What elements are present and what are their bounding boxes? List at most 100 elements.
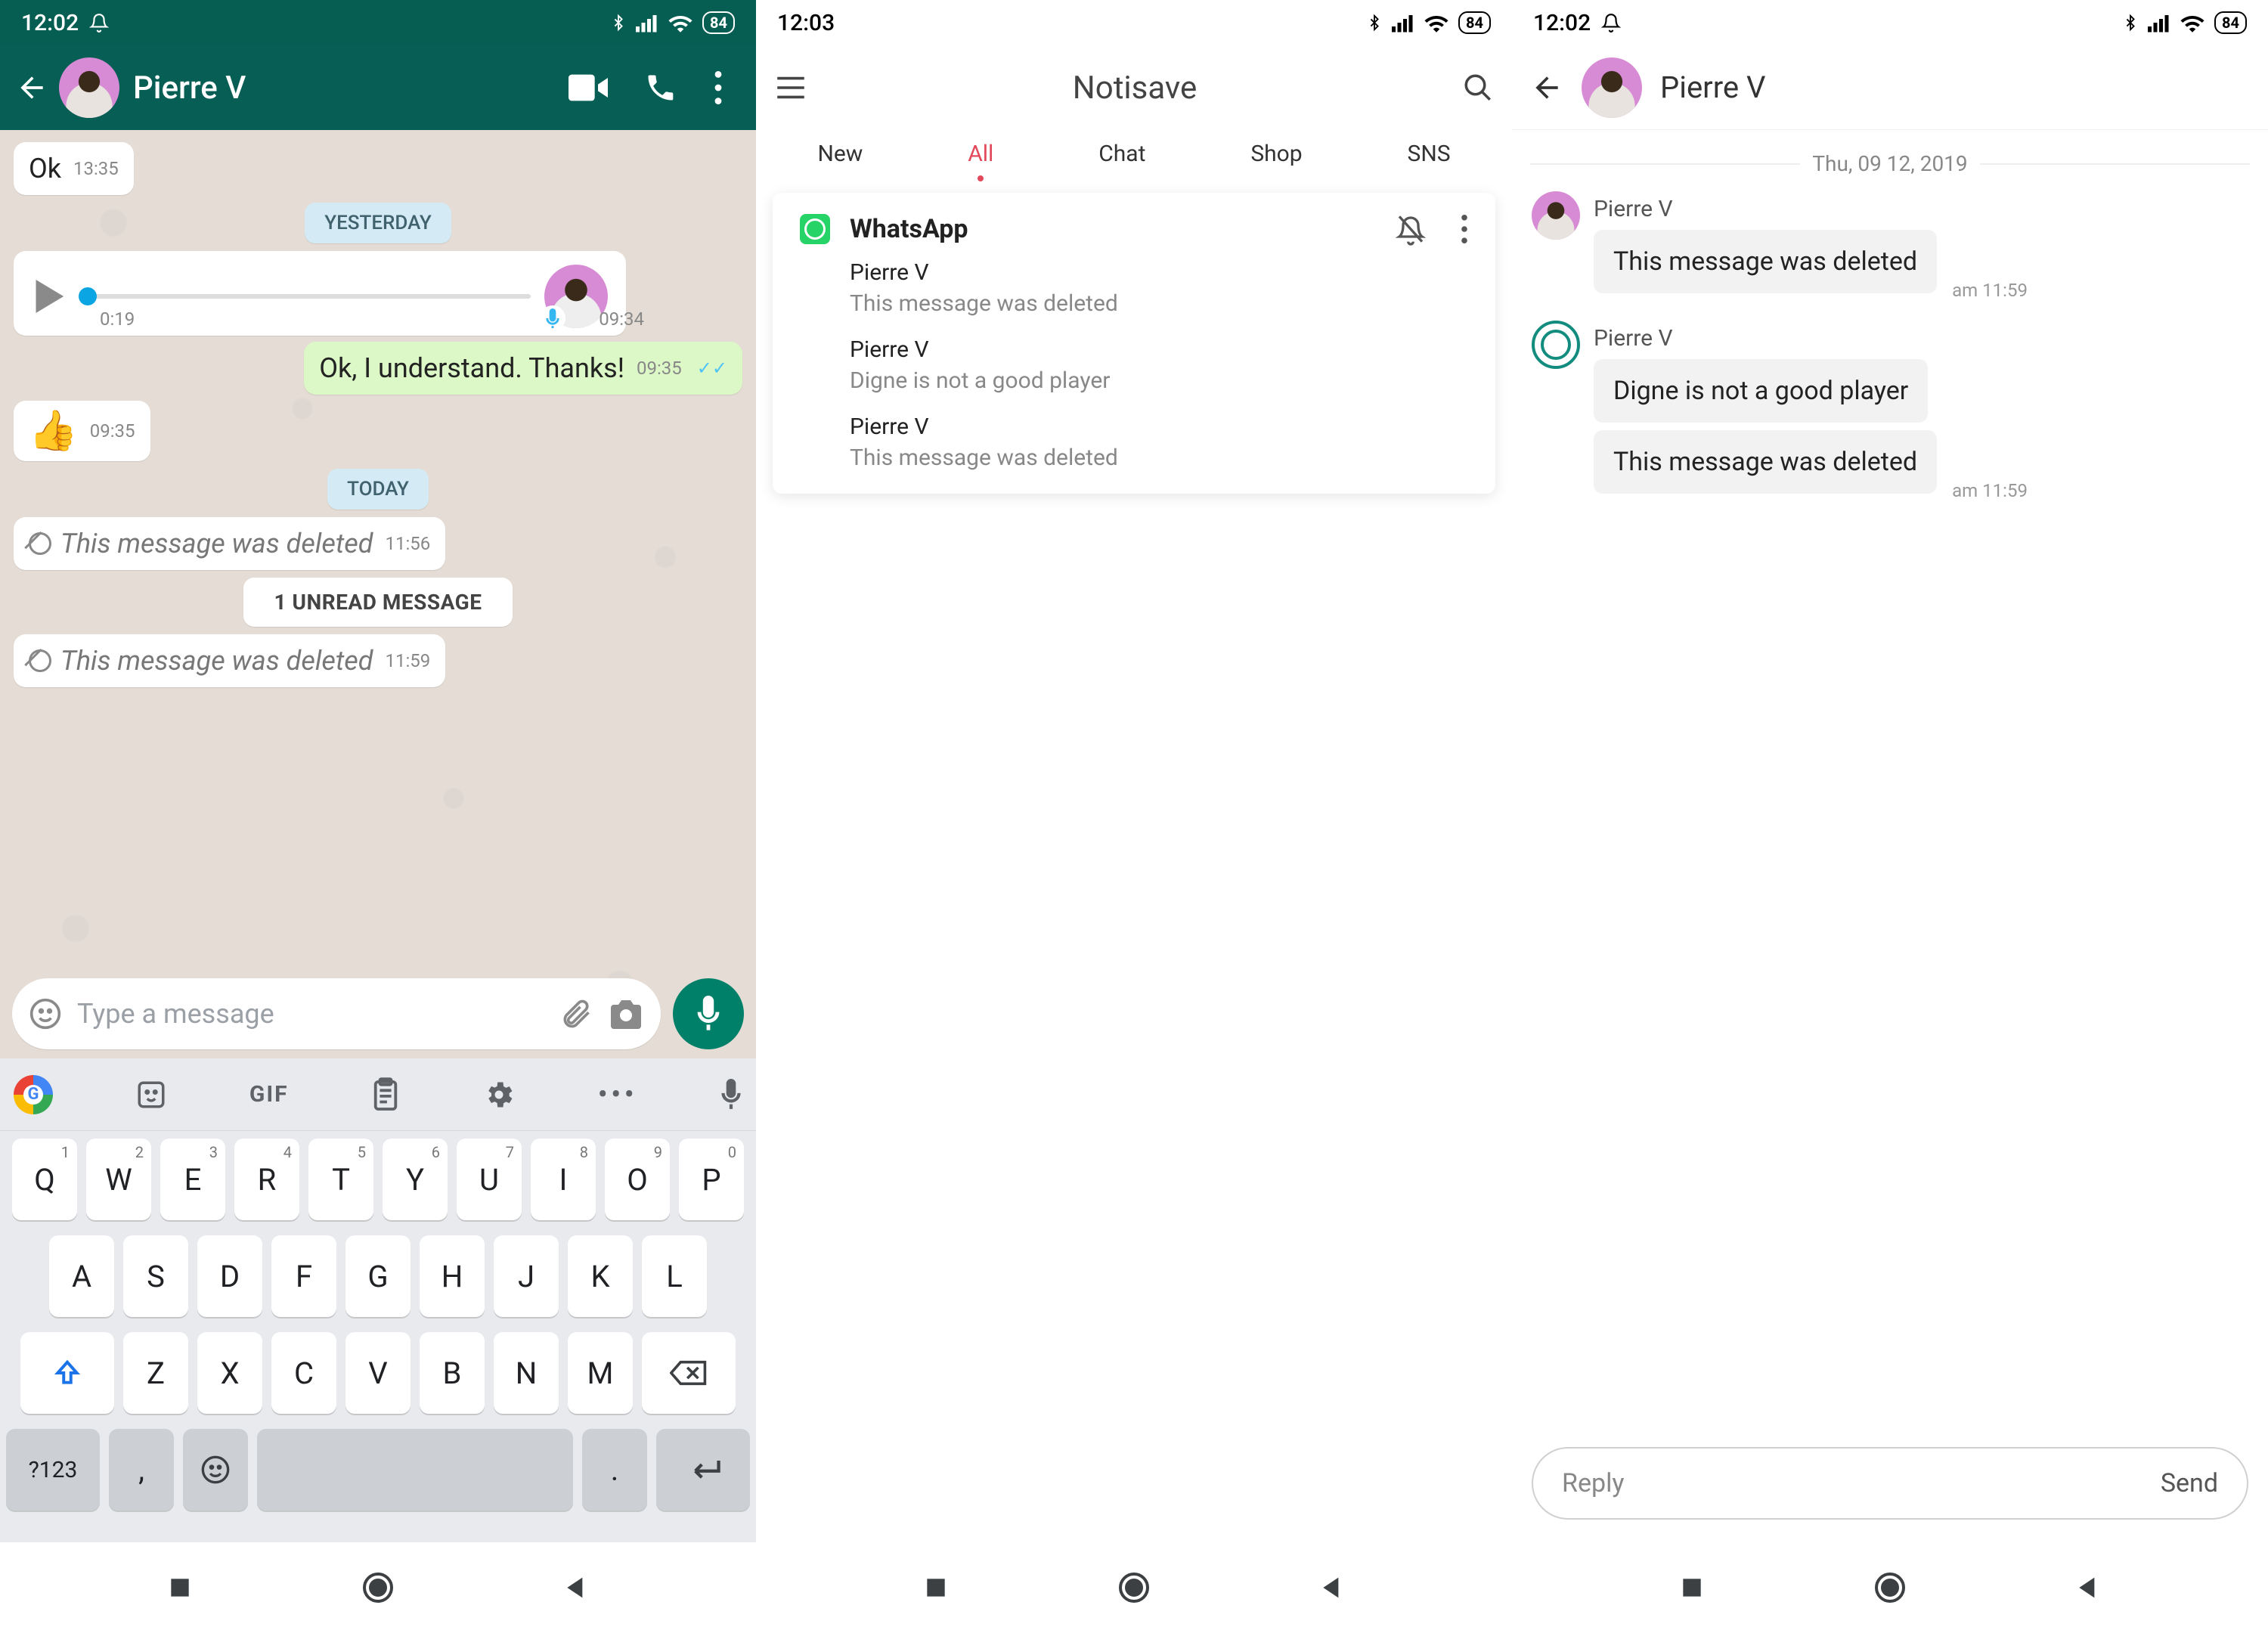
voice-call-button[interactable] (626, 59, 696, 116)
send-button[interactable]: Send (2161, 1468, 2218, 1498)
key-g[interactable]: G (345, 1235, 411, 1317)
key-m[interactable]: M (568, 1332, 633, 1414)
key-space[interactable] (257, 1429, 573, 1511)
card-more-button[interactable] (1461, 215, 1468, 243)
key-n[interactable]: N (494, 1332, 559, 1414)
reply-input[interactable]: Reply (1562, 1468, 1624, 1498)
notification-item[interactable]: Pierre V This message was deleted (850, 414, 1468, 471)
clipboard-tool[interactable] (371, 1077, 400, 1112)
more-button[interactable] (696, 59, 741, 116)
status-bar: 12:02 84 (0, 0, 756, 45)
key-y[interactable]: 6Y (383, 1139, 448, 1220)
key-comma[interactable]: , (109, 1429, 174, 1511)
thread[interactable]: Pierre V This message was deleted am 11:… (1512, 191, 2268, 521)
saved-message[interactable]: This message was deleted (1594, 230, 1937, 293)
key-x[interactable]: X (197, 1332, 262, 1414)
tab-shop[interactable]: Shop (1250, 141, 1302, 167)
key-q[interactable]: 1Q (12, 1139, 77, 1220)
key-r[interactable]: 4R (234, 1139, 299, 1220)
play-button[interactable] (32, 277, 65, 316)
key-d[interactable]: D (197, 1235, 262, 1317)
tab-all[interactable]: All (968, 141, 993, 167)
settings-tool[interactable] (482, 1078, 516, 1111)
key-l[interactable]: L (642, 1235, 707, 1317)
key-shift[interactable] (20, 1332, 114, 1414)
key-v[interactable]: V (345, 1332, 411, 1414)
wifi-icon (668, 13, 693, 33)
video-call-button[interactable] (550, 62, 626, 113)
key-o[interactable]: 9O (605, 1139, 670, 1220)
key-p[interactable]: 0P (679, 1139, 744, 1220)
nav-home[interactable] (1872, 1569, 1908, 1606)
voice-message[interactable]: 0:1909:34 (14, 251, 742, 336)
voice-type-tool[interactable] (720, 1079, 742, 1111)
emoji-button[interactable] (29, 997, 62, 1030)
key-w[interactable]: 2W (86, 1139, 151, 1220)
nav-back[interactable] (561, 1573, 591, 1603)
tab-new[interactable]: New (817, 141, 863, 167)
notification-item[interactable]: Pierre V This message was deleted (850, 259, 1468, 317)
google-icon[interactable]: G (14, 1075, 53, 1114)
mic-fab[interactable] (673, 978, 744, 1049)
key-emoji[interactable] (183, 1429, 248, 1511)
key-f[interactable]: F (271, 1235, 336, 1317)
composer: Type a message (0, 969, 756, 1058)
message-deleted[interactable]: This message was deleted11:59 (14, 634, 742, 687)
contact-avatar[interactable] (1582, 57, 1642, 118)
key-e[interactable]: 3E (160, 1139, 225, 1220)
clock: 12:03 (777, 10, 835, 36)
message-out[interactable]: Ok, I understand. Thanks!09:35✓✓ (14, 342, 742, 395)
notification-item[interactable]: Pierre V Digne is not a good player (850, 336, 1468, 394)
key-b[interactable]: B (420, 1332, 485, 1414)
key-a[interactable]: A (49, 1235, 114, 1317)
key-z[interactable]: Z (123, 1332, 188, 1414)
tab-chat[interactable]: Chat (1098, 141, 1145, 167)
nav-back[interactable] (2073, 1573, 2103, 1603)
key-t[interactable]: 5T (308, 1139, 373, 1220)
key-c[interactable]: C (271, 1332, 336, 1414)
key-enter[interactable] (656, 1429, 750, 1511)
search-button[interactable] (1462, 72, 1494, 104)
key-h[interactable]: H (420, 1235, 485, 1317)
nav-home[interactable] (1116, 1569, 1152, 1606)
nav-back[interactable] (1317, 1573, 1347, 1603)
contact-name[interactable]: Pierre V (133, 70, 550, 107)
menu-button[interactable] (774, 76, 807, 100)
reply-bar: Reply Send (1532, 1447, 2248, 1520)
nav-recents[interactable] (921, 1573, 951, 1603)
message-input[interactable]: Type a message (77, 998, 544, 1030)
back-button[interactable] (8, 64, 56, 112)
gif-tool[interactable]: GIF (249, 1081, 289, 1108)
chat-body[interactable]: Ok13:35 YESTERDAY 0:1909:34 Ok, I unders… (0, 130, 756, 1058)
nav-recents[interactable] (165, 1573, 195, 1603)
saved-message[interactable]: This message was deleted (1594, 430, 1937, 494)
contact-avatar[interactable] (59, 57, 119, 118)
message-in[interactable]: Ok13:35 (14, 142, 742, 195)
clock: 12:02 (21, 10, 79, 36)
key-u[interactable]: 7U (457, 1139, 522, 1220)
voice-seekbar[interactable] (79, 294, 531, 299)
key-symbols[interactable]: ?123 (6, 1429, 100, 1511)
nav-home[interactable] (360, 1569, 396, 1606)
chat-header: Pierre V (0, 45, 756, 130)
notification-card[interactable]: WhatsApp Pierre V This message was delet… (773, 193, 1495, 494)
more-tool[interactable]: ••• (597, 1077, 637, 1112)
mute-button[interactable] (1396, 212, 1426, 246)
tab-sns[interactable]: SNS (1408, 141, 1451, 167)
signal-icon (636, 13, 658, 33)
back-button[interactable] (1530, 71, 1563, 104)
message-deleted[interactable]: This message was deleted11:56 (14, 517, 742, 570)
nav-recents[interactable] (1677, 1573, 1707, 1603)
key-i[interactable]: 8I (531, 1139, 596, 1220)
attach-button[interactable] (559, 997, 593, 1030)
key-k[interactable]: K (568, 1235, 633, 1317)
message-in[interactable]: 👍09:35 (14, 401, 742, 461)
key-j[interactable]: J (494, 1235, 559, 1317)
key-s[interactable]: S (123, 1235, 188, 1317)
sticker-tool[interactable] (135, 1079, 167, 1111)
camera-button[interactable] (608, 997, 644, 1030)
key-period[interactable]: . (582, 1429, 647, 1511)
battery-icon: 84 (702, 11, 735, 34)
saved-message[interactable]: Digne is not a good player (1594, 359, 1928, 423)
key-backspace[interactable] (642, 1332, 736, 1414)
